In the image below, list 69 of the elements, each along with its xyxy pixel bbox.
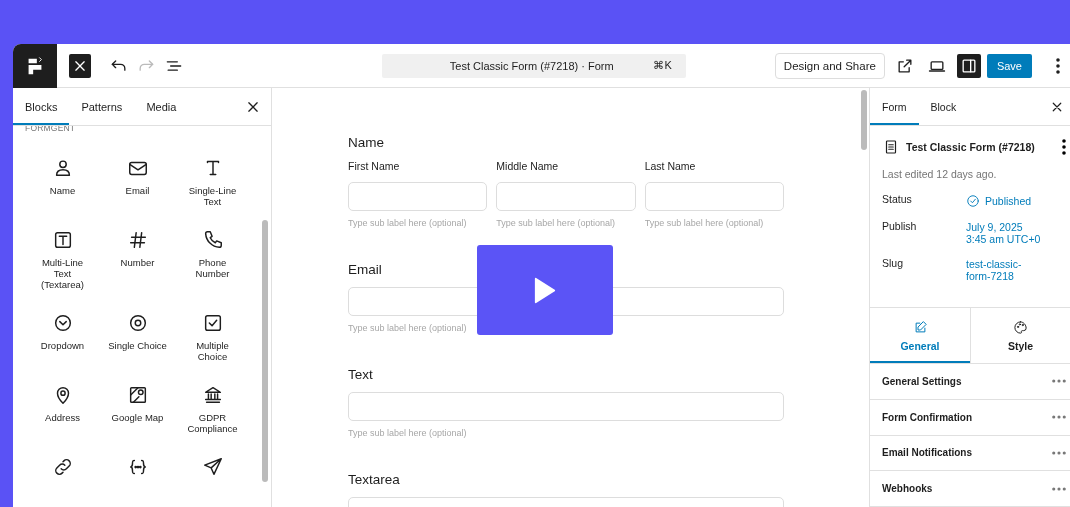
play-button[interactable]	[477, 245, 613, 335]
last-edited-text: Last edited 12 days ago.	[882, 168, 998, 180]
block-item[interactable]: Number	[100, 229, 175, 312]
block-item[interactable]: Address	[25, 384, 100, 456]
text-input[interactable]	[496, 182, 636, 211]
sub-label-field[interactable]: Type sub label here (optional)	[348, 218, 488, 228]
text-input[interactable]	[644, 182, 784, 211]
panel-tab[interactable]: Block	[918, 88, 969, 125]
shortcut-label: ⌘K	[653, 59, 672, 72]
block-item[interactable]: Name	[25, 157, 100, 229]
command-bar-title: Test Classic Form (#7218) · Form	[448, 59, 615, 72]
check-circle-icon	[966, 194, 980, 208]
meta-label: Slug	[882, 258, 904, 271]
block-item[interactable]: Email	[100, 157, 175, 229]
close-button[interactable]	[69, 53, 91, 78]
block-item[interactable]: GDPR Compliance	[175, 384, 250, 456]
block-item[interactable]: Single-Line Text	[175, 157, 250, 229]
pencil-square-icon	[912, 319, 928, 335]
scrollbar-thumb[interactable]	[262, 220, 268, 482]
field-label: Textarea	[348, 472, 401, 487]
kebab-icon	[1062, 139, 1066, 155]
field-label: Middle Name	[496, 160, 560, 172]
field-label: First Name	[348, 160, 401, 172]
send-icon	[201, 456, 224, 478]
panel-tab[interactable]: Blocks	[13, 88, 70, 125]
form-title: Test Classic Form (#7218)	[906, 141, 1035, 153]
panel-tab[interactable]: Media	[134, 88, 189, 125]
palette-icon	[1013, 319, 1028, 335]
design-and-share-button[interactable]: Design and Share	[774, 52, 885, 79]
settings-section[interactable]: Email Notifications	[870, 435, 1070, 472]
sub-label-field[interactable]: Type sub label here (optional)	[348, 428, 784, 438]
field-label: Text	[348, 367, 374, 382]
text-input[interactable]	[348, 392, 784, 421]
meta-link[interactable]: July 9, 2025 3:45 am UTC+0	[966, 221, 1066, 245]
kebab-icon	[1055, 57, 1060, 74]
sub-label-field[interactable]: Type sub label here (optional)	[496, 218, 636, 228]
more-options-button[interactable]	[1062, 139, 1066, 155]
meta-label: Publish	[882, 221, 918, 234]
meta-label: Status	[882, 194, 913, 207]
settings-section[interactable]: Webhooks	[870, 471, 1070, 507]
settings-tab[interactable]: General	[870, 308, 970, 363]
panel-tab[interactable]: Form	[870, 88, 919, 125]
block-item[interactable]: Multi-Line Text (Textarea)	[25, 229, 100, 312]
settings-section[interactable]: Form Confirmation	[870, 399, 1070, 436]
save-button[interactable]: Save	[986, 53, 1032, 78]
play-icon	[534, 276, 556, 304]
text-input[interactable]	[348, 182, 488, 211]
sub-label-field[interactable]: Type sub label here (optional)	[348, 323, 784, 333]
more-dots-icon	[1052, 450, 1066, 455]
sub-label-field[interactable]: Type sub label here (optional)	[644, 218, 784, 228]
block-item[interactable]: Multiple Choice	[175, 312, 250, 384]
more-dots-icon	[1052, 486, 1066, 491]
block-item[interactable]: Phone Number	[175, 229, 250, 312]
block-item[interactable]: Single Choice	[100, 312, 175, 384]
more-dots-icon	[1052, 415, 1066, 420]
block-item[interactable]: Google Map	[100, 384, 175, 456]
panel-tab[interactable]: Patterns	[69, 88, 135, 125]
sidebar-toggle-button[interactable]	[956, 53, 981, 78]
settings-section[interactable]: General Settings	[870, 364, 1070, 400]
meta-link[interactable]: test-classic- form-7218	[966, 258, 1066, 282]
field-label: Email	[348, 262, 383, 277]
status-link[interactable]: Published	[966, 194, 1066, 208]
settings-tab[interactable]: Style	[970, 308, 1070, 363]
more-dots-icon	[1052, 379, 1066, 384]
scrollbar-thumb[interactable]	[861, 90, 867, 150]
field-label: Last Name	[644, 160, 697, 172]
command-bar[interactable]: Test Classic Form (#7218) · Form ⌘K	[381, 53, 686, 78]
field-label: Name	[348, 135, 385, 150]
block-item[interactable]: Dropdown	[25, 312, 100, 384]
